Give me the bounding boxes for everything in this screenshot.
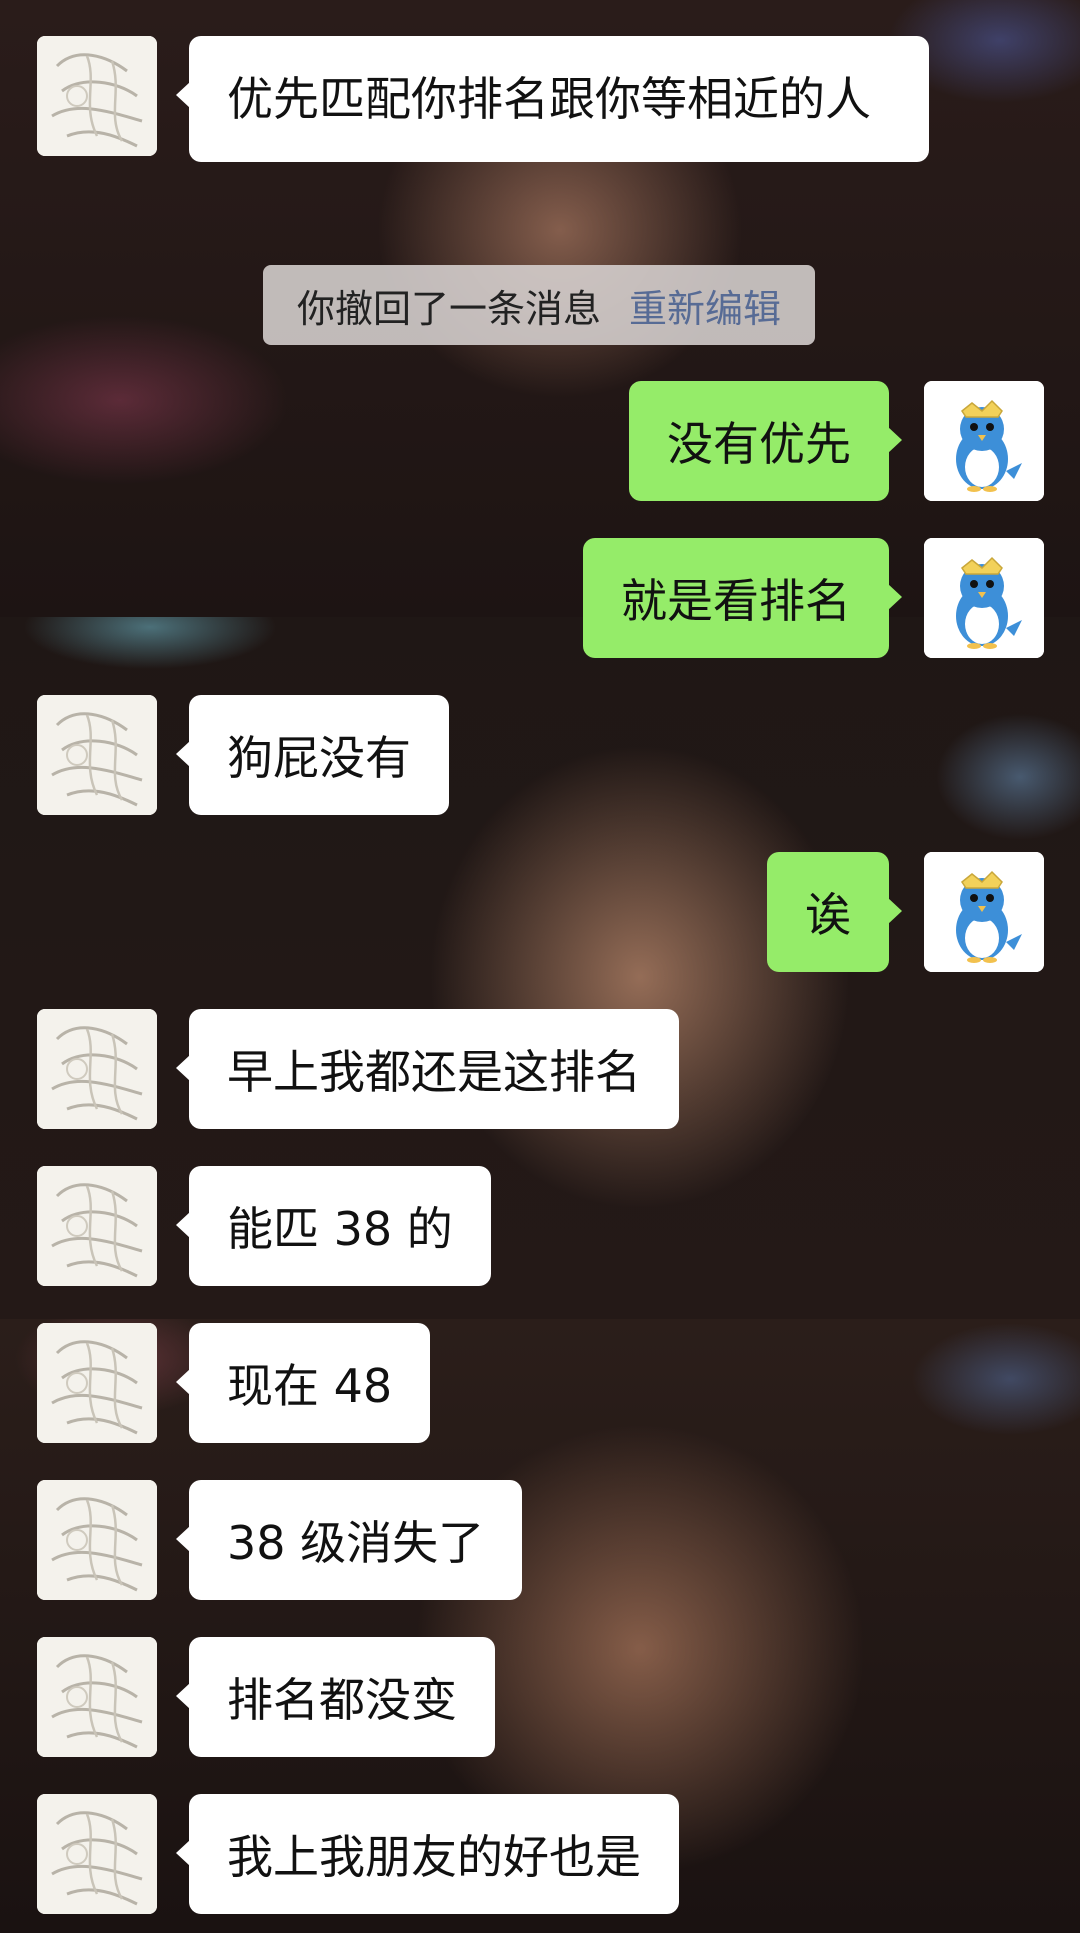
incoming-message-bubble[interactable]: 狗屁没有 xyxy=(176,695,449,815)
outgoing-message-bubble[interactable]: 就是看排名 xyxy=(583,538,902,658)
message-text: 我上我朋友的好也是 xyxy=(227,1830,641,1884)
sketch-avatar-icon xyxy=(37,1009,157,1129)
contact-avatar[interactable] xyxy=(37,1166,157,1286)
message-text: 排名都没变 xyxy=(227,1673,457,1727)
incoming-message-bubble[interactable]: 优先匹配你排名跟你等相近的人 xyxy=(176,36,929,162)
contact-avatar[interactable] xyxy=(37,695,157,815)
incoming-message-bubble[interactable]: 现在 48 xyxy=(175,1323,431,1443)
blue-bird-mascot-icon xyxy=(924,538,1044,658)
sketch-avatar-icon xyxy=(37,1637,157,1757)
contact-avatar[interactable] xyxy=(37,1323,157,1443)
message-text: 早上我都还是这排名 xyxy=(227,1045,641,1099)
contact-avatar[interactable] xyxy=(37,1009,157,1129)
incoming-message-bubble[interactable]: 能匹 38 的 xyxy=(176,1166,491,1286)
incoming-message-bubble[interactable]: 38 级消失了 xyxy=(175,1480,523,1600)
outgoing-message-bubble[interactable]: 诶 xyxy=(767,852,902,972)
contact-avatar[interactable] xyxy=(37,1480,157,1600)
sketch-avatar-icon xyxy=(37,1323,157,1443)
contact-avatar[interactable] xyxy=(37,36,157,156)
re-edit-link[interactable]: 重新编辑 xyxy=(629,278,781,333)
message-text: 38 级消失了 xyxy=(227,1516,485,1570)
sketch-avatar-icon xyxy=(37,695,157,815)
message-text: 没有优先 xyxy=(667,417,851,471)
incoming-message-bubble[interactable]: 我上我朋友的好也是 xyxy=(176,1794,679,1914)
contact-avatar[interactable] xyxy=(37,1794,157,1914)
message-text: 诶 xyxy=(805,888,851,942)
blue-bird-mascot-icon xyxy=(924,852,1044,972)
self-avatar[interactable] xyxy=(924,538,1044,658)
message-text: 就是看排名 xyxy=(621,574,851,628)
sketch-avatar-icon xyxy=(37,36,157,156)
message-text: 能匹 38 的 xyxy=(227,1202,453,1256)
incoming-message-bubble[interactable]: 早上我都还是这排名 xyxy=(176,1009,679,1129)
outgoing-message-bubble[interactable]: 没有优先 xyxy=(629,381,902,501)
message-text: 优先匹配你排名跟你等相近的人 xyxy=(227,72,871,126)
incoming-message-bubble[interactable]: 排名都没变 xyxy=(176,1637,495,1757)
sketch-avatar-icon xyxy=(37,1166,157,1286)
sketch-avatar-icon xyxy=(37,1794,157,1914)
self-avatar[interactable] xyxy=(924,852,1044,972)
message-text: 现在 48 xyxy=(227,1359,393,1413)
sketch-avatar-icon xyxy=(37,1480,157,1600)
blue-bird-mascot-icon xyxy=(924,381,1044,501)
message-text: 狗屁没有 xyxy=(227,731,411,785)
recall-text: 你撤回了一条消息 xyxy=(296,286,601,331)
self-avatar[interactable] xyxy=(924,381,1044,501)
contact-avatar[interactable] xyxy=(37,1637,157,1757)
recall-notice: 你撤回了一条消息 重新编辑 xyxy=(263,265,815,345)
background-photo-panel-2 xyxy=(0,617,1080,1319)
